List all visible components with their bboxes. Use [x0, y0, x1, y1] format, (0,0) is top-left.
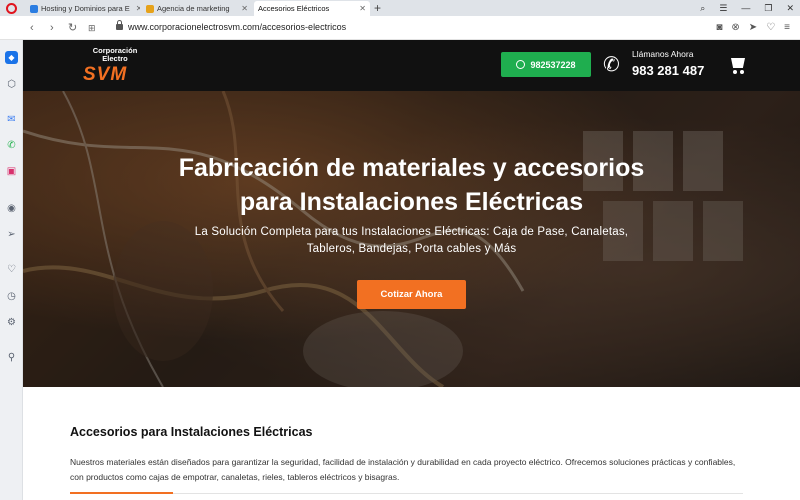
forward-icon[interactable]: › — [50, 21, 54, 35]
hero-title: Fabricación de materiales y accesorios p… — [23, 151, 800, 219]
settings-icon[interactable]: ⚙ — [5, 316, 18, 329]
call-label: Llámanos Ahora — [632, 49, 694, 59]
hero-subtitle: La Solución Completa para tus Instalacio… — [23, 224, 800, 258]
lock-icon[interactable] — [116, 20, 123, 30]
tabs-grid-icon[interactable]: ⊞ — [88, 21, 96, 35]
browser-tab-strip: Hosting y Dominios para E ✕ Agencia de m… — [0, 0, 800, 16]
send-icon[interactable]: ➤ — [749, 21, 757, 35]
section-underline — [70, 492, 173, 494]
menu-icon[interactable]: ≡ — [784, 21, 790, 35]
agency-favicon-icon — [146, 4, 154, 13]
close-tab-icon[interactable]: ✕ — [133, 4, 140, 13]
cloud-favicon-icon — [30, 4, 38, 13]
cart-icon[interactable] — [731, 58, 745, 68]
content-section: Accesorios para Instalaciones Eléctricas… — [23, 387, 800, 500]
call-number[interactable]: 983 281 487 — [632, 63, 704, 78]
section-divider — [173, 493, 743, 494]
search-icon[interactable]: ⌕ — [700, 1, 705, 15]
adblock-icon[interactable]: ⊗ — [731, 21, 739, 35]
window-controls: ⌕ ☰ — ❐ ✕ — [700, 1, 794, 15]
minimize-icon[interactable]: — — [741, 1, 750, 15]
whatsapp-icon[interactable]: ✆ — [5, 139, 18, 152]
heart-icon[interactable]: ♡ — [5, 263, 18, 276]
opera-sidebar: ◆ ⬡ ✉ ✆ ▣ ◉ ➢ ♡ ◷ ⚙ ⚲ — [0, 40, 23, 500]
url-field[interactable]: www.corporacionelectrosvm.com/accesorios… — [128, 22, 346, 32]
hero-title-line2: para Instalaciones Eléctricas — [239, 188, 584, 216]
close-tab-icon[interactable]: ✕ — [238, 4, 248, 13]
close-window-icon[interactable]: ✕ — [786, 1, 794, 15]
tab-title: Hosting y Dominios para E — [41, 4, 130, 13]
section-text: Nuestros materiales están diseñados para… — [70, 457, 736, 482]
back-icon[interactable]: ‹ — [30, 21, 34, 35]
tab-title: Accesorios Eléctricos — [258, 4, 330, 13]
whatsapp-number: 982537228 — [530, 59, 576, 70]
hero-title-line1: Fabricación de materiales y accesorios — [178, 154, 645, 182]
opera-logo-icon[interactable] — [6, 3, 17, 14]
cotizar-button[interactable]: Cotizar Ahora — [357, 280, 466, 309]
cart-wheel-right — [740, 70, 744, 74]
heart-icon[interactable]: ♡ — [766, 21, 775, 35]
history-icon[interactable]: ◷ — [5, 290, 18, 303]
address-bar: ‹ › ↻ ⊞ www.corporacionelectrosvm.com/ac… — [0, 16, 800, 40]
address-actions: ◙ ⊗ ➤ ♡ ≡ — [716, 21, 790, 35]
whatsapp-icon — [516, 60, 526, 69]
close-tab-icon[interactable]: ✕ — [356, 4, 366, 13]
tab-title: Agencia de marketing — [157, 4, 230, 13]
logo-line2: Electro — [102, 54, 128, 63]
hero-subtitle-line1: La Solución Completa para tus Instalacio… — [194, 226, 629, 238]
easy-setup-icon[interactable]: ☰ — [719, 1, 727, 15]
player-icon[interactable]: ◉ — [5, 202, 18, 215]
restore-icon[interactable]: ❐ — [764, 1, 772, 15]
logo-brand[interactable]: SVM — [83, 64, 127, 86]
new-tab-icon[interactable]: + — [374, 1, 381, 15]
tab-accesorios[interactable]: Accesorios Eléctricos ✕ — [254, 1, 370, 16]
site-header: Corporación Electro SVM 982537228 ✆ Llám… — [23, 40, 800, 91]
hero-banner: Fabricación de materiales y accesorios p… — [23, 91, 800, 387]
whatsapp-button[interactable]: 982537228 — [501, 52, 591, 77]
cube-icon[interactable]: ⬡ — [5, 78, 18, 91]
tab-hosting[interactable]: Hosting y Dominios para E ✕ — [26, 1, 140, 16]
tab-agencia[interactable]: Agencia de marketing ✕ — [142, 1, 252, 16]
phone-icon: ✆ — [603, 54, 620, 76]
messenger-icon[interactable]: ✉ — [5, 113, 18, 126]
home-icon[interactable]: ◆ — [5, 51, 18, 64]
section-title: Accesorios para Instalaciones Eléctricas — [70, 425, 313, 439]
cart-wheel-left — [733, 70, 737, 74]
send-icon[interactable]: ➢ — [5, 228, 18, 241]
hero-subtitle-line2: Tableros, Bandejas, Porta cables y Más — [306, 243, 517, 255]
camera-icon[interactable]: ◙ — [716, 21, 722, 35]
reload-icon[interactable]: ↻ — [68, 21, 77, 35]
pin-icon[interactable]: ⚲ — [5, 351, 18, 364]
instagram-icon[interactable]: ▣ — [5, 165, 18, 178]
logo[interactable]: Corporación Electro — [85, 47, 145, 63]
